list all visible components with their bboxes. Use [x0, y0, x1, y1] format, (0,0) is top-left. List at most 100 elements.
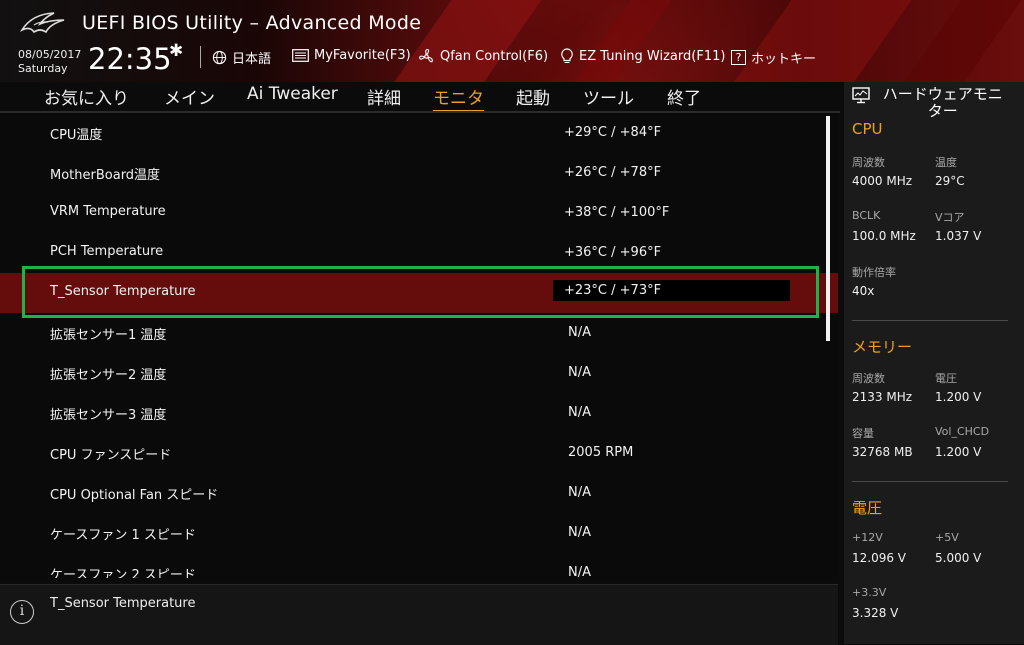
item-label: PCH Temperature: [50, 244, 164, 259]
item-value: N/A: [568, 525, 591, 540]
list-item[interactable]: 拡張センサー2 温度 N/A: [0, 353, 838, 393]
language-label: 日本語: [232, 52, 272, 67]
clock-display: 22:35: [88, 42, 172, 76]
date-text: 08/05/2017: [18, 48, 82, 61]
item-value: 2005 RPM: [568, 445, 634, 460]
item-value: N/A: [568, 565, 591, 578]
item-label: MotherBoard温度: [50, 168, 161, 183]
item-label: VRM Temperature: [50, 204, 166, 219]
list-item[interactable]: ケースファン 1 スピード N/A: [0, 513, 838, 553]
list-item-selected[interactable]: T_Sensor Temperature +23°C / +73°F: [0, 273, 838, 313]
mem-freq-value: 2133 MHz: [852, 390, 913, 404]
mem-capacity-label: 容量: [852, 427, 874, 440]
app-title: UEFI BIOS Utility – Advanced Mode: [82, 12, 422, 34]
myfavorite-label: MyFavorite(F3): [314, 48, 411, 63]
tab-favorites[interactable]: お気に入り: [44, 84, 129, 109]
list-item[interactable]: MotherBoard温度 +26°C / +78°F: [0, 153, 838, 193]
mem-volt-value: 1.200 V: [935, 390, 982, 404]
tab-exit[interactable]: 終了: [667, 84, 701, 109]
panel-divider: [852, 481, 1008, 482]
cpu-bclk-value: 100.0 MHz: [852, 229, 916, 243]
info-icon: i: [10, 600, 34, 624]
item-label: 拡張センサー2 温度: [50, 368, 167, 383]
tab-monitor[interactable]: モニタ: [433, 84, 484, 112]
hotkeys-label: ホットキー: [751, 52, 817, 67]
voltage-section-heading: 電圧: [852, 499, 883, 517]
item-label: 拡張センサー1 温度: [50, 328, 167, 343]
cpu-ratio-label: 動作倍率: [852, 266, 896, 279]
memory-section-heading: メモリー: [852, 338, 913, 356]
list-item[interactable]: VRM Temperature +38°C / +100°F: [0, 193, 838, 233]
tab-boot[interactable]: 起動: [516, 84, 550, 109]
item-value: N/A: [568, 325, 591, 340]
item-label: ケースファン 2 スピード: [50, 568, 196, 578]
item-value: +23°C / +73°F: [553, 280, 790, 301]
scrollbar-thumb[interactable]: [826, 116, 830, 341]
main-tab-bar: お気に入り メイン Ai Tweaker 詳細 モニタ 起動 ツール 終了: [0, 82, 840, 112]
cpu-vcore-label: Vコア: [935, 211, 965, 224]
help-description: T_Sensor Temperature: [50, 596, 196, 611]
v12-value: 12.096 V: [852, 551, 907, 565]
ez-tuning-label: EZ Tuning Wizard(F11): [579, 49, 726, 64]
cpu-temp-value: 29°C: [935, 174, 965, 188]
tab-tool[interactable]: ツール: [583, 84, 634, 109]
v33-label: +3.3V: [852, 586, 887, 599]
help-question-icon: ?: [731, 50, 746, 65]
cpu-bclk-label: BCLK: [852, 209, 881, 222]
help-bar: i T_Sensor Temperature: [0, 584, 838, 645]
v33-value: 3.328 V: [852, 606, 899, 620]
tab-main[interactable]: メイン: [164, 84, 215, 109]
tab-ai-tweaker[interactable]: Ai Tweaker: [247, 84, 338, 104]
mem-capacity-value: 32768 MB: [852, 445, 913, 459]
panel-title: ハードウェアモニター: [852, 86, 1017, 120]
list-item[interactable]: PCH Temperature +36°C / +96°F: [0, 233, 838, 273]
cpu-ratio-value: 40x: [852, 284, 875, 298]
lightbulb-icon: [561, 48, 573, 63]
hardware-monitor-panel: ハードウェアモニター CPU 周波数 4000 MHz 温度 29°C BCLK…: [844, 82, 1024, 644]
myfavorite-button[interactable]: MyFavorite(F3): [292, 48, 411, 63]
list-item[interactable]: ケースファン 2 スピード N/A: [0, 553, 838, 578]
list-item[interactable]: CPU温度 +29°C / +84°F: [0, 113, 838, 153]
panel-title-text: ハードウェアモニター: [882, 85, 1003, 120]
cpu-freq-label: 周波数: [852, 156, 885, 169]
monitor-icon: [852, 87, 870, 104]
item-value: N/A: [568, 485, 591, 500]
ez-tuning-button[interactable]: EZ Tuning Wizard(F11): [560, 48, 725, 65]
list-item[interactable]: CPU ファンスピード 2005 RPM: [0, 433, 838, 473]
cpu-section-heading: CPU: [852, 120, 883, 138]
mem-vol-chcd-value: 1.200 V: [935, 445, 982, 459]
item-value: +29°C / +84°F: [564, 125, 662, 140]
header-bar: UEFI BIOS Utility – Advanced Mode 08/05/…: [0, 0, 1024, 82]
item-value: +26°C / +78°F: [564, 165, 662, 180]
hotkeys-button[interactable]: ? ホットキー: [731, 48, 816, 67]
mem-vol-chcd-label: Vol_CHCD: [935, 425, 990, 438]
header-divider: [200, 46, 201, 68]
item-label: CPU Optional Fan スピード: [50, 488, 219, 503]
language-button[interactable]: 日本語: [212, 48, 271, 67]
list-item[interactable]: 拡張センサー1 温度 N/A: [0, 313, 838, 353]
mem-volt-label: 電圧: [935, 372, 957, 385]
fan-icon: [419, 49, 433, 63]
item-value: +36°C / +96°F: [564, 245, 662, 260]
gear-icon[interactable]: ✱: [169, 41, 183, 61]
list-item[interactable]: CPU Optional Fan スピード N/A: [0, 473, 838, 513]
panel-divider: [852, 320, 1008, 321]
mem-freq-label: 周波数: [852, 372, 885, 385]
date-display: 08/05/2017 Saturday: [18, 48, 81, 76]
item-label: 拡張センサー3 温度: [50, 408, 167, 423]
v5-value: 5.000 V: [935, 551, 982, 565]
globe-icon: [212, 50, 227, 65]
qfan-button[interactable]: Qfan Control(F6): [418, 48, 548, 65]
qfan-label: Qfan Control(F6): [440, 49, 549, 64]
item-label: ケースファン 1 スピード: [50, 528, 196, 543]
list-item[interactable]: 拡張センサー3 温度 N/A: [0, 393, 838, 433]
v12-label: +12V: [852, 531, 883, 544]
item-label: CPU温度: [50, 128, 103, 143]
rog-logo-icon: [20, 12, 65, 34]
favorite-list-icon: [292, 49, 309, 62]
cpu-temp-label: 温度: [935, 156, 957, 169]
weekday-text: Saturday: [18, 62, 68, 75]
item-value: N/A: [568, 405, 591, 420]
monitor-list: CPU温度 +29°C / +84°F MotherBoard温度 +26°C …: [0, 113, 838, 578]
tab-advanced[interactable]: 詳細: [367, 84, 401, 109]
